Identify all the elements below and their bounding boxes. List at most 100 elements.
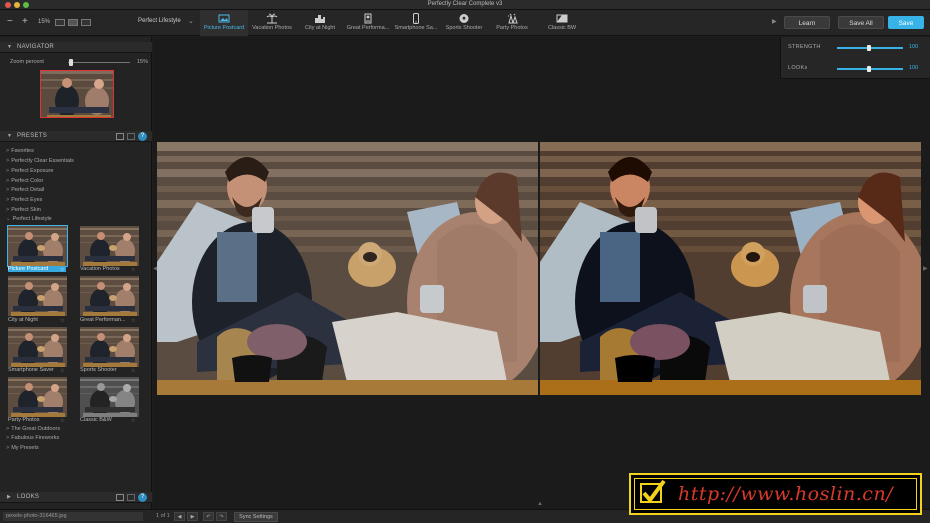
tab-label: Sports Shooter [445,25,483,31]
tab-city-at-night[interactable]: City at Night [296,10,344,36]
original-photo[interactable] [157,142,538,395]
preset-thumbnail[interactable] [80,377,139,417]
tree-item-perfect-exposure[interactable]: > Perfect Exposure [6,168,53,174]
star-icon[interactable]: ☆ [60,267,64,273]
tab-classic-bw[interactable]: Classic BW [538,10,586,36]
sync-settings-button[interactable]: Sync Settings [234,512,278,522]
tree-item-the-great-outdoors[interactable]: > The Great Outdoors [6,426,60,432]
left-panel: ▼ NAVIGATOR Zoom percent 15% ▼ PRESETS ?… [0,37,152,509]
previous-image-button[interactable]: ◀ [174,512,185,521]
help-icon[interactable]: ? [138,132,147,141]
presets-header[interactable]: ▼ PRESETS ? [0,131,152,142]
looks-header[interactable]: ▶ LOOKS ? [0,492,152,503]
star-icon[interactable]: ☆ [60,368,64,374]
chevron-right-icon[interactable]: ▶ [772,18,777,25]
collapse-bottom-icon[interactable]: ▲ [537,501,543,507]
zoom-slider-handle[interactable] [69,59,73,66]
learn-button[interactable]: Learn [784,16,830,29]
preset-thumbnail[interactable] [8,327,67,367]
star-icon[interactable]: ☆ [60,318,64,324]
chevron-down-icon[interactable]: ⌄ [188,17,194,25]
preset-thumbnail[interactable] [80,226,139,266]
tree-item-perfect-lifestyle[interactable]: ⌄ Perfect Lifestyle [6,216,52,222]
preset-thumbnail[interactable] [8,276,67,316]
preset-thumbnail[interactable] [80,327,139,367]
window-title: Perfectly Clear Complete v3 [427,1,503,7]
tab-label: Great Performa... [346,25,390,31]
grid-view-icon[interactable] [116,494,124,501]
tab-picture-postcard[interactable]: Picture Postcard [200,10,248,36]
tree-item-perfect-eyes[interactable]: > Perfect Eyes [6,197,42,203]
tab-vacation-photos[interactable]: Vacation Photos [248,10,296,36]
tree-item-perfect-detail[interactable]: > Perfect Detail [6,187,44,193]
looks-slider-handle[interactable] [867,66,871,72]
postcard-icon [218,14,230,23]
star-icon[interactable]: ☆ [131,318,135,324]
star-icon[interactable]: ☆ [60,418,64,424]
split-view-icon[interactable] [68,19,78,26]
collapse-icon: ▼ [7,133,12,139]
smartphone-icon [413,13,419,24]
tab-label: Picture Postcard [203,25,245,31]
single-view-icon[interactable] [55,19,65,26]
list-view-icon[interactable] [127,494,135,501]
star-icon[interactable]: ☆ [131,267,135,273]
zoom-value: 15% [137,59,149,65]
tree-item-perfectly-clear-essentials[interactable]: > Perfectly Clear Essentials [6,158,74,164]
preset-label: Sports Shooter [80,367,117,373]
preset-thumbnail[interactable] [80,276,139,316]
tab-great-performance[interactable]: Great Performa... [344,10,392,36]
collapse-right-icon[interactable]: ▶ [923,265,928,272]
navigator-thumbnail[interactable] [40,70,114,118]
zoom-out-button[interactable]: − [7,17,13,27]
tree-item-fabulous-fireworks[interactable]: > Fabulous Fireworks [6,435,59,441]
preset-selector[interactable]: Perfect Lifestyle [138,18,181,24]
save-all-button[interactable]: Save All [838,16,884,29]
tree-item-perfect-skin[interactable]: > Perfect Skin [6,207,41,213]
tree-item-favorites[interactable]: > Favorites [6,148,34,154]
classic-bw-icon [556,14,568,23]
star-icon[interactable]: ☆ [131,368,135,374]
corrected-photo[interactable] [540,142,921,395]
side-by-side-view-icon[interactable] [81,19,91,26]
preset-label: City at Night [8,317,38,323]
rotate-left-icon[interactable]: ↶ [203,512,214,521]
title-bar: Perfectly Clear Complete v3 [0,0,930,10]
help-icon[interactable]: ? [138,493,147,502]
looks-label: LOOKs [788,65,808,71]
toolbar: − + 15% Perfect Lifestyle ⌄ Picture Post… [0,10,930,36]
save-button[interactable]: Save [888,16,924,29]
navigator-header[interactable]: ▼ NAVIGATOR [0,42,152,53]
looks-value: 100 [909,65,919,71]
list-view-icon[interactable] [127,133,135,140]
looks-title: LOOKS [17,494,40,500]
zoom-in-button[interactable]: + [22,17,28,27]
presets-title: PRESETS [17,133,48,139]
preset-thumbnail[interactable] [7,225,68,267]
filename-field[interactable]: pexels-photo-316465.jpg [3,512,143,521]
strength-slider-handle[interactable] [867,45,871,51]
page-indicator: 1 of 1 [156,513,170,519]
star-icon[interactable]: ☆ [131,418,135,424]
strength-label: STRENGTH [788,44,821,50]
image-canvas[interactable]: ◀ ▶ ▲ [153,37,930,509]
zoom-label: Zoom percent [10,59,44,65]
tree-item-my-presets[interactable]: > My Presets [6,445,39,451]
next-image-button[interactable]: ▶ [187,512,198,521]
preset-thumbnail[interactable] [8,377,67,417]
tree-item-perfect-color[interactable]: > Perfect Color [6,178,43,184]
city-icon [315,15,325,23]
tab-sports-shooter[interactable]: Sports Shooter [440,10,488,36]
zoom-percent: 15% [38,19,51,25]
rotate-right-icon[interactable]: ↷ [216,512,227,521]
tab-label: Classic BW [547,25,577,31]
grid-view-icon[interactable] [116,133,124,140]
preset-label: Smartphone Saver [8,367,54,373]
tab-smartphone-saver[interactable]: Smartphone Sa... [392,10,440,36]
zoom-slider-track[interactable] [68,62,130,63]
tab-party-photos[interactable]: Party Photos [488,10,536,36]
tab-label: Party Photos [496,25,528,31]
preset-label: Classic B&W [80,417,112,423]
navigator-title: NAVIGATOR [17,44,55,50]
watermark-url: http://www.hoslin.cn/ [678,483,894,505]
